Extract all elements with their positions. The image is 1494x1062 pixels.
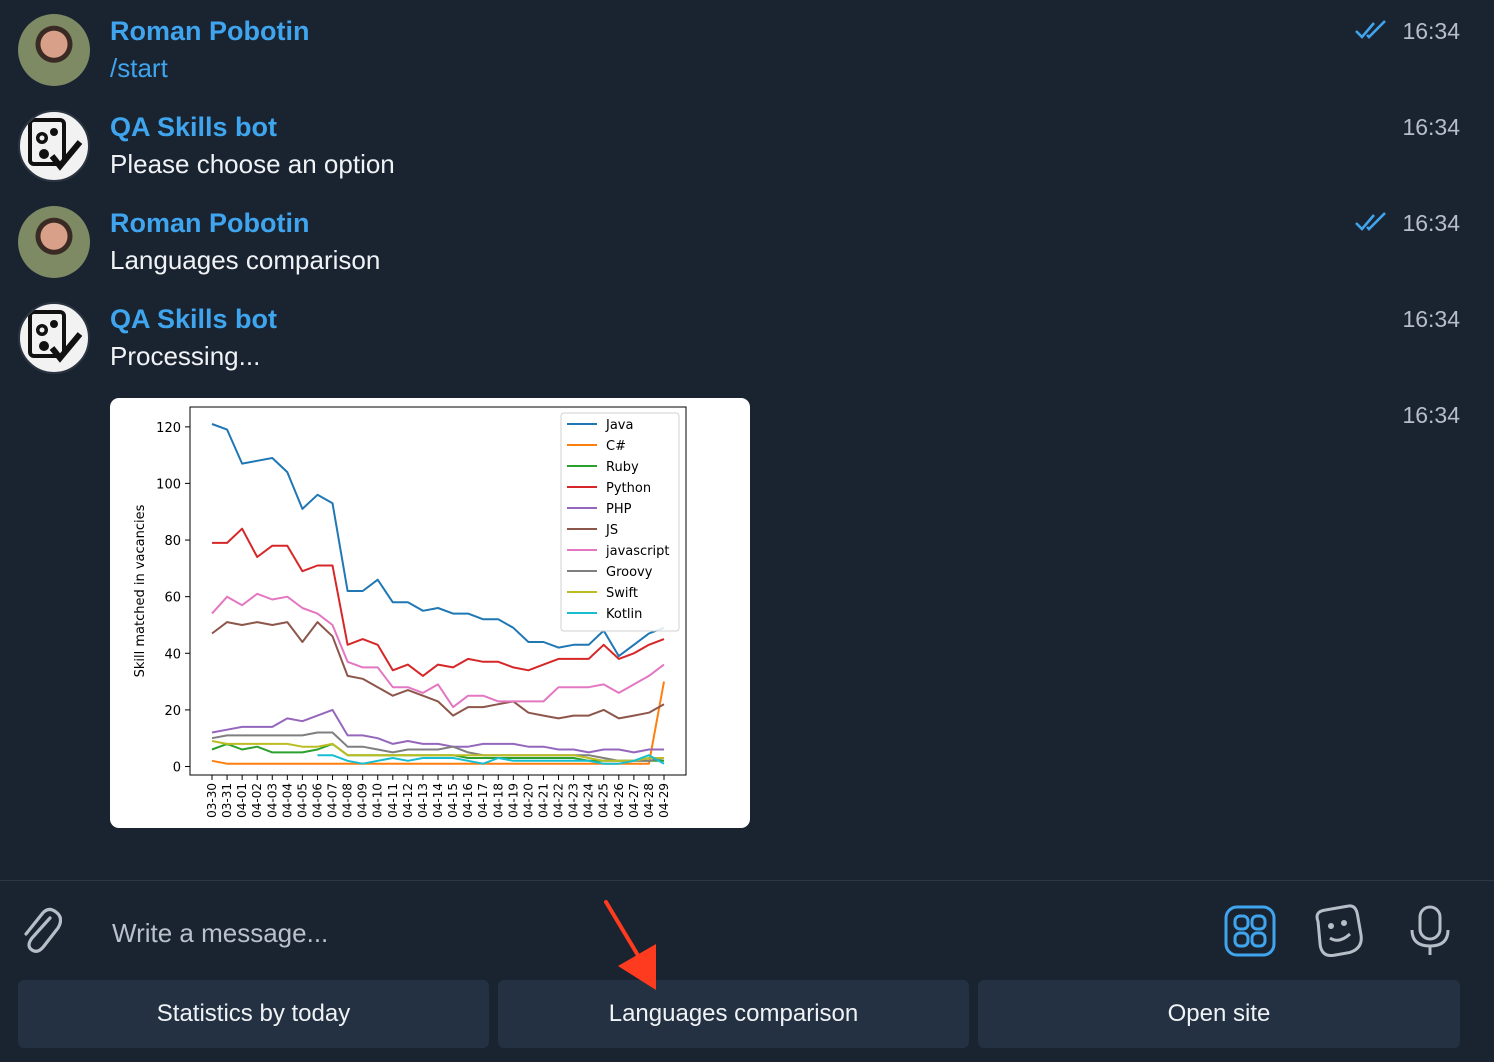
sticker-icon[interactable] [1312,904,1364,958]
legend-label: javascript [605,544,669,559]
y-tick-label: 20 [164,704,181,719]
x-tick-label: 04-12 [401,783,415,818]
x-tick-label: 03-31 [220,783,234,818]
legend-label: Python [606,481,651,496]
sender-name[interactable]: Roman Pobotin [110,208,309,239]
x-tick-label: 04-01 [235,783,249,818]
microphone-icon[interactable] [1404,904,1456,958]
x-tick-label: 04-14 [431,783,445,818]
message-time: 16:34 [1402,210,1460,236]
legend-label: Java [605,418,633,433]
user-avatar[interactable] [18,14,90,86]
legend-label: PHP [606,502,632,517]
x-tick-label: 04-24 [582,783,596,818]
statistics-by-today-button[interactable]: Statistics by today [18,980,489,1048]
message-text[interactable]: /start [110,53,168,84]
bot-avatar[interactable] [18,302,90,374]
message-time: 16:34 [1402,18,1460,44]
sender-name[interactable]: Roman Pobotin [110,16,309,47]
user-avatar[interactable] [18,206,90,278]
x-tick-label: 04-07 [326,783,340,818]
languages-comparison-button[interactable]: Languages comparison [498,980,969,1048]
image-message-time: 16:34 [1402,402,1460,428]
chart-image[interactable]: 0 20 40 60 80 100 120 Skill matched in vacancie… [110,398,750,828]
x-tick-label: 04-25 [597,783,611,818]
x-tick-label: 04-22 [552,783,566,818]
x-tick-label: 04-11 [386,783,400,818]
message-text: Please choose an option [110,149,395,179]
x-tick-label: 04-09 [356,783,370,818]
x-tick-label: 04-18 [491,783,505,818]
x-tick-label: 04-28 [642,783,656,818]
message-text: Processing... [110,341,261,371]
x-tick-label: 04-04 [280,783,294,818]
x-tick-label: 04-23 [567,783,581,818]
legend-label: Kotlin [606,607,642,622]
x-tick-label: 04-16 [461,783,475,818]
x-tick-label: 04-19 [506,783,520,818]
legend-label: C# [606,439,626,454]
x-tick-label: 04-17 [476,783,490,818]
x-tick-label: 04-03 [265,783,279,818]
message-time: 16:34 [1402,114,1460,140]
legend-label: Ruby [606,460,639,475]
legend-label: JS [605,523,618,538]
y-tick-label: 40 [164,647,181,662]
y-tick-label: 0 [173,761,181,776]
x-tick-label: 04-27 [627,783,641,818]
bot-keyboard-icon[interactable] [1224,904,1276,958]
x-tick-label: 04-06 [310,783,324,818]
x-tick-label: 04-26 [612,783,626,818]
x-tick-label: 04-08 [341,783,355,818]
x-tick-label: 04-20 [521,783,535,818]
y-tick-label: 120 [156,421,181,436]
x-tick-label: 04-13 [416,783,430,818]
y-axis-label: Skill matched in vacancies [133,504,148,677]
x-tick-label: 04-21 [536,783,550,818]
double-check-icon [1355,20,1386,39]
y-tick-label: 60 [164,591,181,606]
x-tick-label: 04-15 [446,783,460,818]
legend-label: Groovy [606,565,653,580]
sender-name[interactable]: QA Skills bot [110,304,277,335]
y-tick-label: 100 [156,477,181,492]
line-chart: 0 20 40 60 80 100 120 Skill matched in vacancie… [133,406,687,818]
series-line-php [211,708,664,754]
sender-name[interactable]: QA Skills bot [110,112,277,143]
bot-avatar[interactable] [18,110,90,182]
x-tick-label: 04-29 [657,783,671,818]
bot-logo-icon [28,310,83,363]
x-tick-label: 03-30 [205,783,219,818]
x-tick-label: 04-10 [371,783,385,818]
x-tick-label: 04-05 [295,783,309,818]
paperclip-icon[interactable] [18,906,62,956]
series-line-groovy [211,731,665,762]
double-check-icon [1355,212,1386,231]
bot-logo-icon [28,118,83,171]
message-time: 16:34 [1402,306,1460,332]
message-text: Languages comparison [110,245,381,275]
legend-label: Swift [606,586,638,601]
y-tick-label: 80 [164,534,181,549]
open-site-button[interactable]: Open site [978,980,1460,1048]
message-input[interactable] [110,910,1174,956]
x-tick-label: 04-02 [250,783,264,818]
